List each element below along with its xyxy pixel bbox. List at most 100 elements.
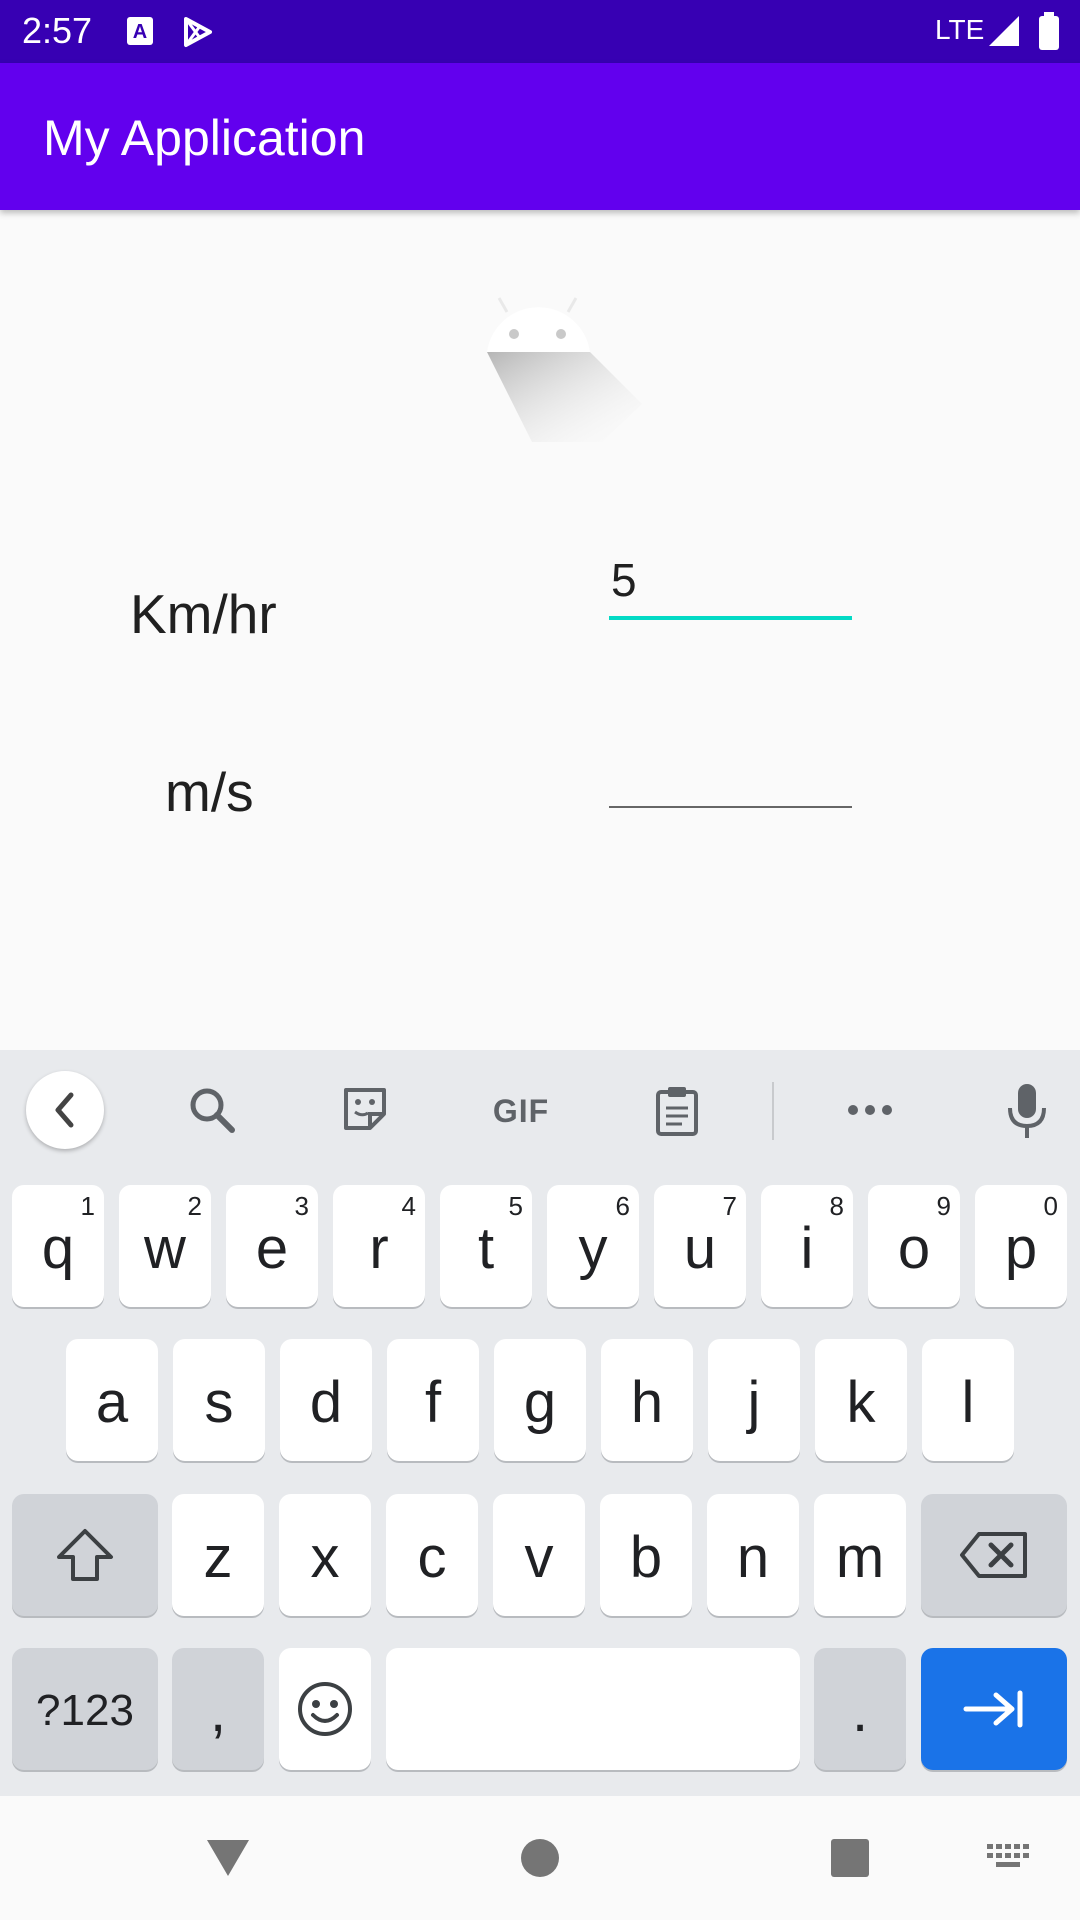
back-chevron-icon [55,1092,74,1128]
key-g[interactable]: g [494,1339,586,1461]
key-n[interactable]: n [707,1494,799,1616]
sticker-icon[interactable] [340,1084,390,1134]
key-label: r [369,1215,389,1281]
key-label: t [477,1215,495,1281]
search-icon[interactable] [186,1084,238,1136]
key-hint: 3 [294,1191,309,1221]
key-hint: 6 [615,1191,630,1221]
key-label: v [524,1524,554,1590]
navigation-bar [0,1796,1080,1920]
app-title: My Application [43,110,366,166]
key-label: g [523,1369,557,1435]
key-d[interactable]: d [280,1339,372,1461]
key-label: k [846,1369,876,1435]
key-z[interactable]: z [172,1494,264,1616]
key-label: p [1004,1215,1038,1281]
key-t[interactable]: t5 [440,1185,532,1307]
key-label: o [897,1215,931,1281]
key-h[interactable]: h [601,1339,693,1461]
key-label: s [204,1369,234,1435]
play-store-icon [184,17,212,47]
key-label: n [736,1524,770,1590]
key-hint: 4 [401,1191,416,1221]
ms-input-underline [609,806,852,808]
toolbar-divider [772,1082,774,1140]
android-logo-icon [487,297,642,442]
back-triangle-icon[interactable] [205,1838,251,1878]
key-x[interactable]: x [279,1494,371,1616]
key-r[interactable]: r4 [333,1185,425,1307]
key-m[interactable]: m [814,1494,906,1616]
text-recognition-icon: A [127,17,153,45]
status-time: 2:57 [22,10,93,51]
key-hint: 7 [722,1191,737,1221]
key-label: u [683,1215,717,1281]
key-label: , [209,1678,227,1744]
key-label: z [203,1524,233,1590]
key-a[interactable]: a [66,1339,158,1461]
key-c[interactable]: c [386,1494,478,1616]
microphone-icon[interactable] [1005,1082,1049,1140]
kmhr-label: Km/hr [130,583,277,645]
backspace-icon [960,1532,1027,1578]
kmhr-input-value: 5 [611,554,637,606]
period-key[interactable]: . [814,1648,906,1770]
key-p[interactable]: p0 [975,1185,1067,1307]
shift-key[interactable] [12,1494,158,1616]
more-icon[interactable] [845,1100,895,1120]
key-f[interactable]: f [387,1339,479,1461]
network-type: LTE [935,14,985,45]
key-q[interactable]: q1 [12,1185,104,1307]
key-e[interactable]: e3 [226,1185,318,1307]
key-hint: 2 [187,1191,202,1221]
key-label: j [747,1369,761,1435]
key-hint: 8 [829,1191,844,1221]
clipboard-icon[interactable] [654,1084,700,1136]
status-bar: 2:57 A LTE [0,0,1080,63]
signal-icon [989,16,1019,46]
keyboard-back-button[interactable] [26,1071,104,1149]
app-bar: My Application [0,63,1080,210]
space-key[interactable] [386,1648,800,1770]
key-label: q [41,1215,75,1281]
key-label: d [309,1369,343,1435]
key-label: b [629,1524,663,1590]
key-hint: 9 [936,1191,951,1221]
key-label: c [417,1524,447,1590]
key-j[interactable]: j [708,1339,800,1461]
key-label: h [630,1369,664,1435]
shift-icon [57,1529,113,1581]
kmhr-input[interactable]: 5 [609,550,852,620]
symbols-key[interactable]: ?123 [12,1648,158,1770]
key-b[interactable]: b [600,1494,692,1616]
key-label: x [310,1524,340,1590]
battery-icon [1039,12,1059,50]
key-label: i [800,1215,814,1281]
key-l[interactable]: l [922,1339,1014,1461]
next-key[interactable] [921,1648,1067,1770]
comma-key[interactable]: , [172,1648,264,1770]
gif-button[interactable]: GIF [486,1092,556,1130]
key-label: a [95,1369,129,1435]
emoji-key[interactable] [279,1648,371,1770]
key-label: . [851,1678,869,1744]
key-label: e [255,1215,289,1281]
key-y[interactable]: y6 [547,1185,639,1307]
recents-square-icon[interactable] [830,1838,870,1878]
keyboard-switch-icon[interactable] [987,1844,1029,1872]
key-v[interactable]: v [493,1494,585,1616]
ms-input[interactable] [609,738,852,808]
key-u[interactable]: u7 [654,1185,746,1307]
ms-label: m/s [165,761,254,823]
home-circle-icon[interactable] [520,1838,560,1878]
key-s[interactable]: s [173,1339,265,1461]
key-o[interactable]: o9 [868,1185,960,1307]
backspace-key[interactable] [921,1494,1067,1616]
key-label: l [961,1369,975,1435]
key-w[interactable]: w2 [119,1185,211,1307]
key-hint: 5 [508,1191,523,1221]
key-label: w [144,1215,186,1281]
svg-text:A: A [133,21,147,43]
key-k[interactable]: k [815,1339,907,1461]
key-i[interactable]: i8 [761,1185,853,1307]
